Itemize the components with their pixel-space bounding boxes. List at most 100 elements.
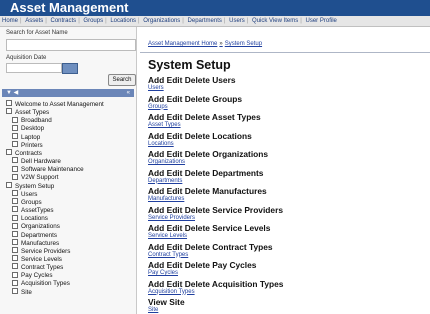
section-title: Add Edit Delete Manufactures: [148, 186, 267, 196]
nav-separator: |: [105, 18, 107, 24]
tree-item[interactable]: Pay Cycles: [6, 271, 134, 280]
tree-item[interactable]: Dell Hardware: [6, 157, 134, 166]
section-link[interactable]: Locations: [148, 141, 428, 148]
tree-expander-icon[interactable]: [12, 238, 18, 245]
section-link[interactable]: Organizations: [148, 159, 428, 166]
tree-item[interactable]: Asset Types: [6, 108, 134, 117]
tree-expander-icon[interactable]: [12, 165, 18, 172]
nav-locations[interactable]: Locations: [108, 18, 138, 24]
page-title: System Setup: [148, 58, 231, 72]
section-title: Add Edit Delete Service Levels: [148, 223, 271, 233]
section-link[interactable]: Departments: [148, 178, 428, 185]
tree-expander-icon[interactable]: [12, 263, 18, 270]
section-link[interactable]: Service Levels: [148, 233, 428, 240]
tree-hide-icon[interactable]: «: [127, 89, 130, 97]
tree-expander-icon[interactable]: [12, 271, 18, 278]
nav-user-profile[interactable]: User Profile: [304, 18, 339, 24]
tree-expander-icon[interactable]: [12, 124, 18, 131]
acquisition-date-input[interactable]: [6, 63, 62, 73]
tree-collapse-icon[interactable]: ▼ ◀: [6, 89, 18, 97]
tree-item[interactable]: Contracts: [6, 149, 134, 158]
breadcrumb-home-link[interactable]: Asset Management Home: [148, 41, 217, 47]
tree-expander-icon[interactable]: [12, 157, 18, 164]
section-link[interactable]: Site: [148, 307, 428, 314]
tree-item[interactable]: Groups: [6, 198, 134, 207]
tree-item[interactable]: Acquisition Types: [6, 279, 134, 288]
section-title: Add Edit Delete Pay Cycles: [148, 260, 257, 270]
tree-item[interactable]: Service Levels: [6, 255, 134, 264]
breadcrumb-current-link[interactable]: System Setup: [225, 41, 262, 47]
tree-expander-icon[interactable]: [12, 198, 18, 205]
section-link[interactable]: Pay Cycles: [148, 270, 428, 277]
tree-expander-icon[interactable]: [12, 287, 18, 294]
section-link[interactable]: Users: [148, 85, 428, 92]
top-nav: Home | Assets | Contracts | Groups | Locatio…: [0, 16, 430, 27]
nav-groups[interactable]: Groups: [81, 18, 105, 24]
tree-item[interactable]: System Setup: [6, 181, 134, 191]
search-input[interactable]: [6, 39, 136, 51]
section-link[interactable]: Service Providers: [148, 215, 428, 222]
tree-expander-icon[interactable]: [12, 255, 18, 262]
tree-expander-icon[interactable]: [12, 214, 18, 221]
divider: [140, 52, 430, 53]
setup-section: Add Edit Delete Departments Departments: [148, 168, 428, 185]
setup-section: Add Edit Delete Contract Types Contract …: [148, 242, 428, 259]
tree-expander-icon[interactable]: [12, 222, 18, 229]
tree-item[interactable]: V2W Support: [6, 173, 134, 182]
setup-section: Add Edit Delete Acquisition Types Acquis…: [148, 279, 428, 296]
tree-item[interactable]: Desktop: [6, 124, 134, 133]
tree-expander-icon[interactable]: [6, 100, 12, 107]
setup-section: Add Edit Delete Service Providers Servic…: [148, 205, 428, 222]
tree-item[interactable]: Service Providers: [6, 247, 134, 256]
search-button[interactable]: Search: [108, 74, 136, 86]
section-link[interactable]: Groups: [148, 104, 428, 111]
tree-item[interactable]: AssetTypes: [6, 206, 134, 215]
nav-assets[interactable]: Assets: [23, 18, 45, 24]
tree-expander-icon[interactable]: [12, 116, 18, 123]
nav-departments[interactable]: Departments: [186, 18, 224, 24]
nav-organizations[interactable]: Organizations: [141, 18, 182, 24]
tree-item[interactable]: Users: [6, 190, 134, 199]
tree-item[interactable]: Organizations: [6, 222, 134, 231]
tree-item[interactable]: Site: [6, 287, 134, 297]
tree-expander-icon[interactable]: [6, 181, 12, 188]
breadcrumb-separator: »: [219, 41, 223, 47]
tree-expander-icon[interactable]: [12, 141, 18, 148]
tree-item[interactable]: Printers: [6, 141, 134, 150]
nav-quick-view-items[interactable]: Quick View Items: [250, 18, 300, 24]
acquisition-date-label: Aquisition Date: [6, 55, 47, 61]
section-title: Add Edit Delete Locations: [148, 130, 252, 141]
tree-item[interactable]: Departments: [6, 230, 134, 240]
tree-item[interactable]: Laptop: [6, 132, 134, 142]
nav-contracts[interactable]: Contracts: [49, 18, 79, 24]
tree-expander-icon[interactable]: [12, 206, 18, 213]
section-link[interactable]: Acquisition Types: [148, 289, 428, 296]
tree-expander-icon[interactable]: [6, 108, 12, 115]
tree-expander-icon[interactable]: [12, 247, 18, 254]
tree-item[interactable]: Broadband: [6, 116, 134, 125]
search-label: Search for Asset Name: [6, 30, 68, 36]
section-link[interactable]: Manufactures: [148, 196, 428, 203]
setup-section: Add Edit Delete Asset Types Asset Types: [148, 112, 428, 129]
tree-expander-icon[interactable]: [12, 132, 18, 139]
section-link[interactable]: Contract Types: [148, 252, 428, 259]
tree-item[interactable]: Contract Types: [6, 263, 134, 272]
section-title: Add Edit Delete Departments: [148, 167, 264, 178]
tree-expander-icon[interactable]: [12, 279, 18, 286]
nav-home[interactable]: Home: [0, 18, 20, 24]
tree-item[interactable]: Locations: [6, 214, 134, 223]
nav-users[interactable]: Users: [227, 18, 247, 24]
tree-item[interactable]: Welcome to Asset Management: [6, 100, 134, 109]
tree-expander-icon[interactable]: [6, 149, 12, 156]
tree-item[interactable]: Manufactures: [6, 238, 134, 248]
calendar-icon[interactable]: [62, 63, 78, 74]
nav-separator: |: [138, 18, 140, 24]
tree-expander-icon[interactable]: [12, 230, 18, 237]
section-link[interactable]: Asset Types: [148, 122, 428, 129]
tree-expander-icon[interactable]: [12, 173, 18, 180]
nav-separator: |: [20, 18, 22, 24]
tree-item[interactable]: Software Maintenance: [6, 165, 134, 174]
tree-expander-icon[interactable]: [12, 190, 18, 197]
nav-separator: |: [300, 18, 302, 24]
nav-separator: |: [246, 18, 249, 24]
